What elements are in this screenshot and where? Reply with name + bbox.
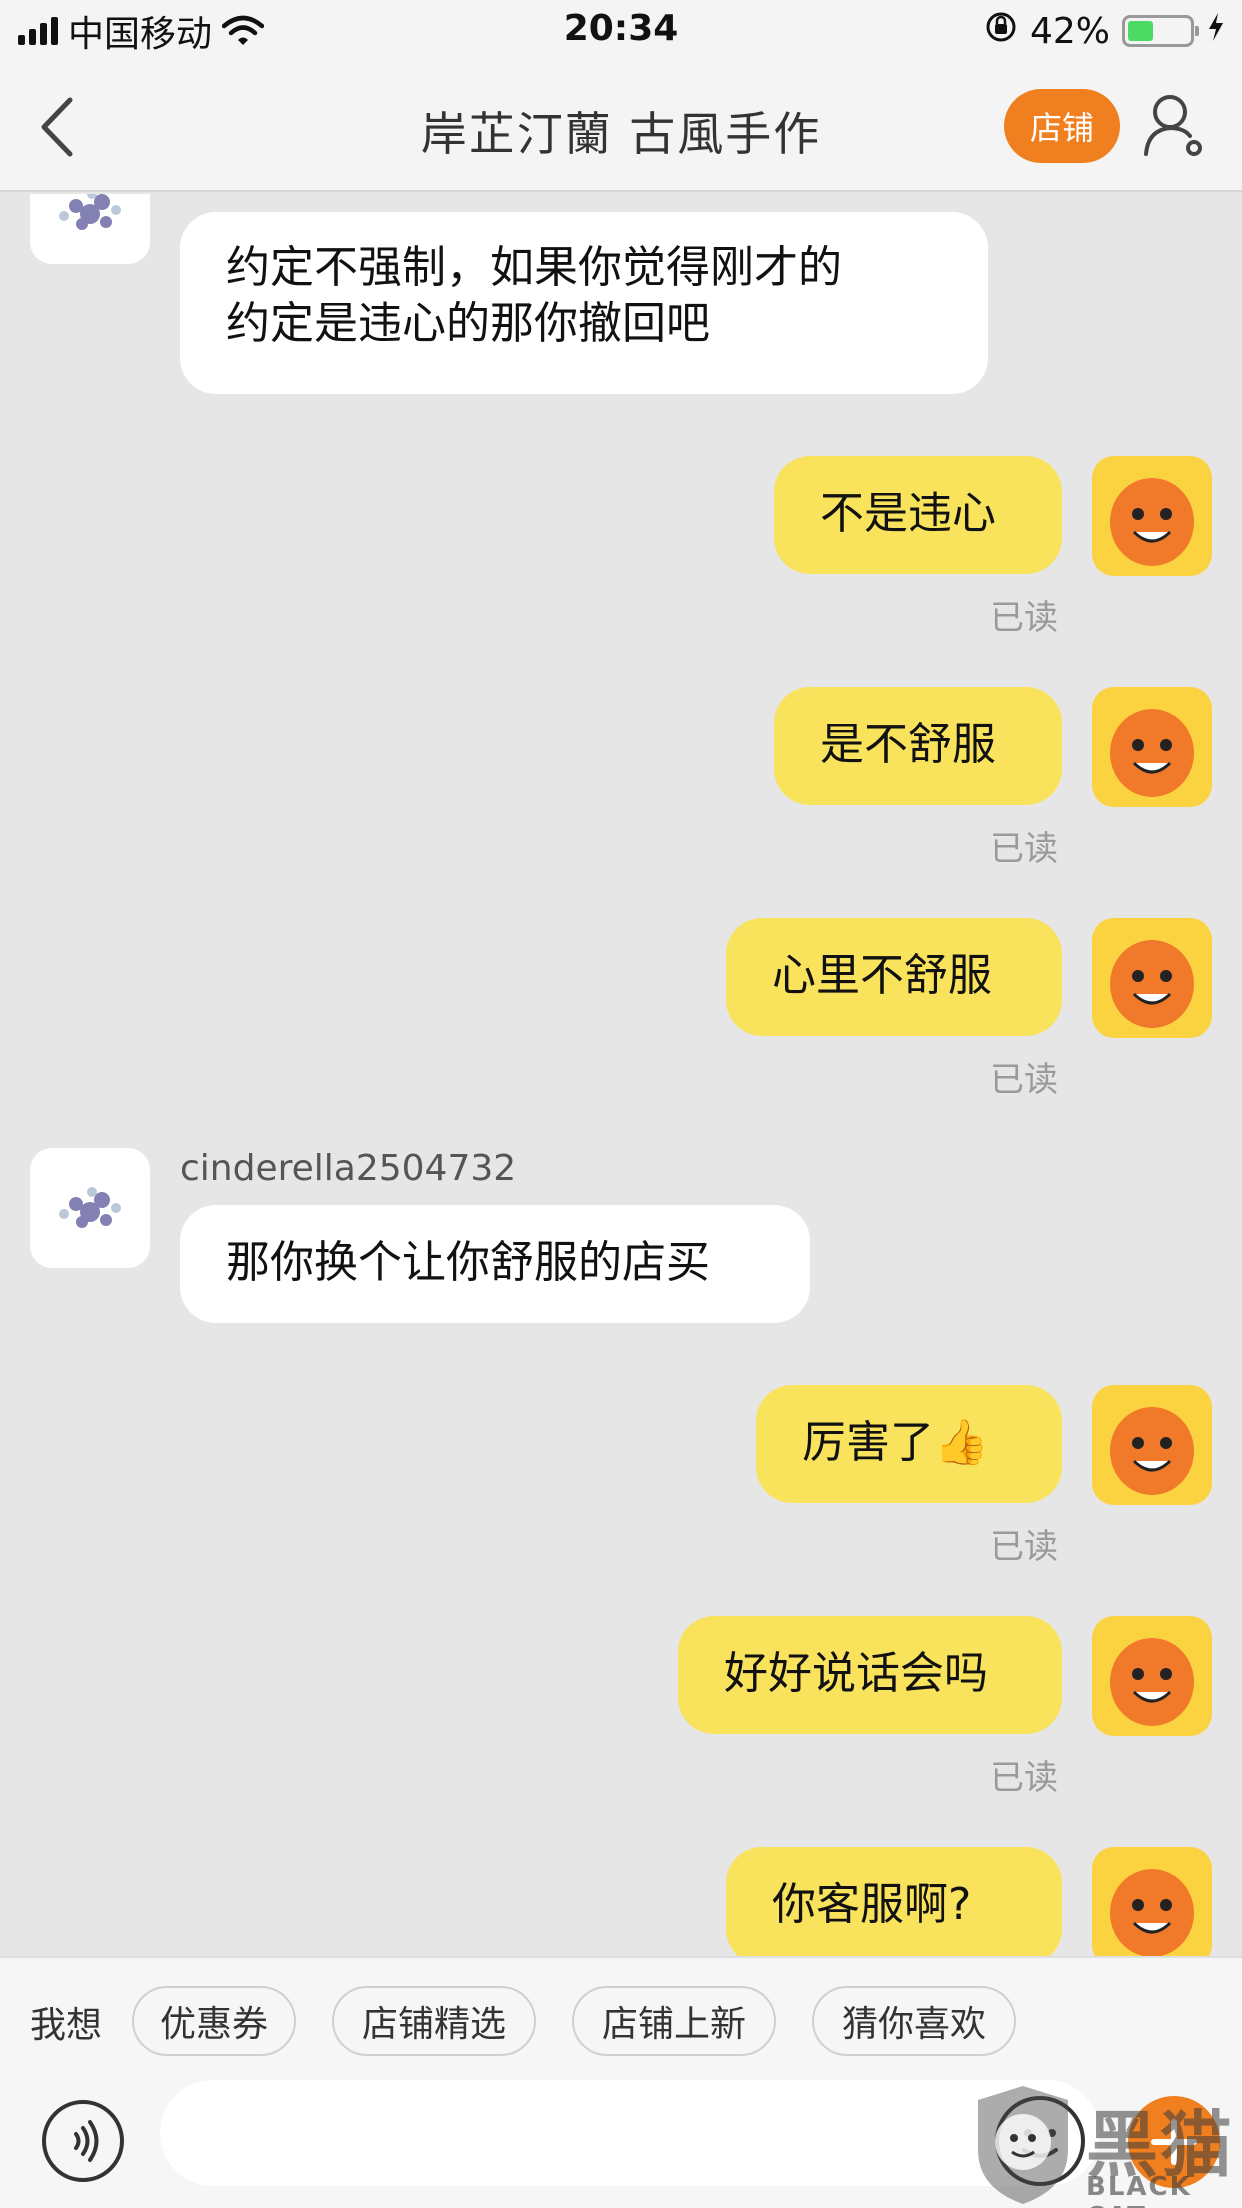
message-input[interactable] [160,2080,1100,2186]
message-bubble-sent: 不是违心 [774,456,1062,574]
status-right: 42% [984,8,1226,54]
my-avatar[interactable] [1092,1616,1212,1736]
read-receipt: 已读 [990,829,1058,869]
read-receipt: 已读 [990,1527,1058,1567]
message-text: 是不舒服 [820,719,996,770]
watermark-subtext: BLACK CAT [1086,2172,1192,2208]
battery-percent: 42% [1029,10,1110,52]
my-avatar[interactable] [1092,1385,1212,1505]
shop-avatar[interactable] [30,1148,150,1268]
battery-icon [1122,15,1199,47]
chip-new-arrivals[interactable]: 店铺上新 [572,1986,776,2056]
message-text: 心里不舒服 [772,950,992,1001]
message-text: 约定不强制，如果你觉得刚才的 [226,242,842,293]
message-text: 厉害了 [802,1417,934,1468]
message-text: 约定是违心的那你撤回吧 [226,298,710,349]
quick-label: 我想 [30,2005,103,2046]
message-bubble-sent: 厉害了👍 [756,1385,1062,1503]
profile-settings-icon[interactable] [1140,90,1210,160]
message-bubble-sent: 好好说话会吗 [678,1616,1062,1734]
charging-icon [1206,11,1226,52]
read-receipt: 已读 [990,1060,1058,1100]
shop-avatar[interactable] [30,194,150,264]
message-text: 不是违心 [820,488,996,539]
quick-suggestion-bar: 我想 优惠券 店铺精选 店铺上新 猜你喜欢 [0,1956,1242,2080]
message-bubble-received: 那你换个让你舒服的店买 [180,1205,810,1323]
shop-button[interactable]: 店铺 [1004,89,1120,163]
voice-icon[interactable] [42,2100,124,2182]
my-avatar[interactable] [1092,456,1212,576]
message-bubble-received: 约定不强制，如果你觉得刚才的 约定是违心的那你撤回吧 [180,212,988,394]
sender-name: cinderella2504732 [180,1148,517,1189]
nav-bar: 岸芷汀蘭 古風手作 店铺 [0,62,1242,192]
chip-shop-selection[interactable]: 店铺精选 [332,1986,536,2056]
message-text: 好好说话会吗 [724,1648,988,1699]
message-bubble-sent: 心里不舒服 [726,918,1062,1036]
message-text: 你客服啊? [772,1879,972,1930]
read-receipt: 已读 [990,1758,1058,1798]
chat-area[interactable]: 约定不强制，如果你觉得刚才的 约定是违心的那你撤回吧 不是违心 已读 是不舒服 … [0,194,1242,1956]
read-receipt: 已读 [990,598,1058,638]
my-avatar[interactable] [1092,1847,1212,1956]
message-bubble-sent: 是不舒服 [774,687,1062,805]
my-avatar[interactable] [1092,687,1212,807]
message-bubble-sent: 你客服啊? [726,1847,1062,1956]
status-bar: 中国移动 20:34 42% [0,0,1242,62]
message-text: 那你换个让你舒服的店买 [226,1237,710,1288]
orientation-lock-icon [984,10,1018,53]
chip-guess-you-like[interactable]: 猜你喜欢 [812,1986,1016,2056]
chip-coupon[interactable]: 优惠券 [132,1986,296,2056]
my-avatar[interactable] [1092,918,1212,1038]
thumbs-up-emoji: 👍 [934,1417,989,1468]
